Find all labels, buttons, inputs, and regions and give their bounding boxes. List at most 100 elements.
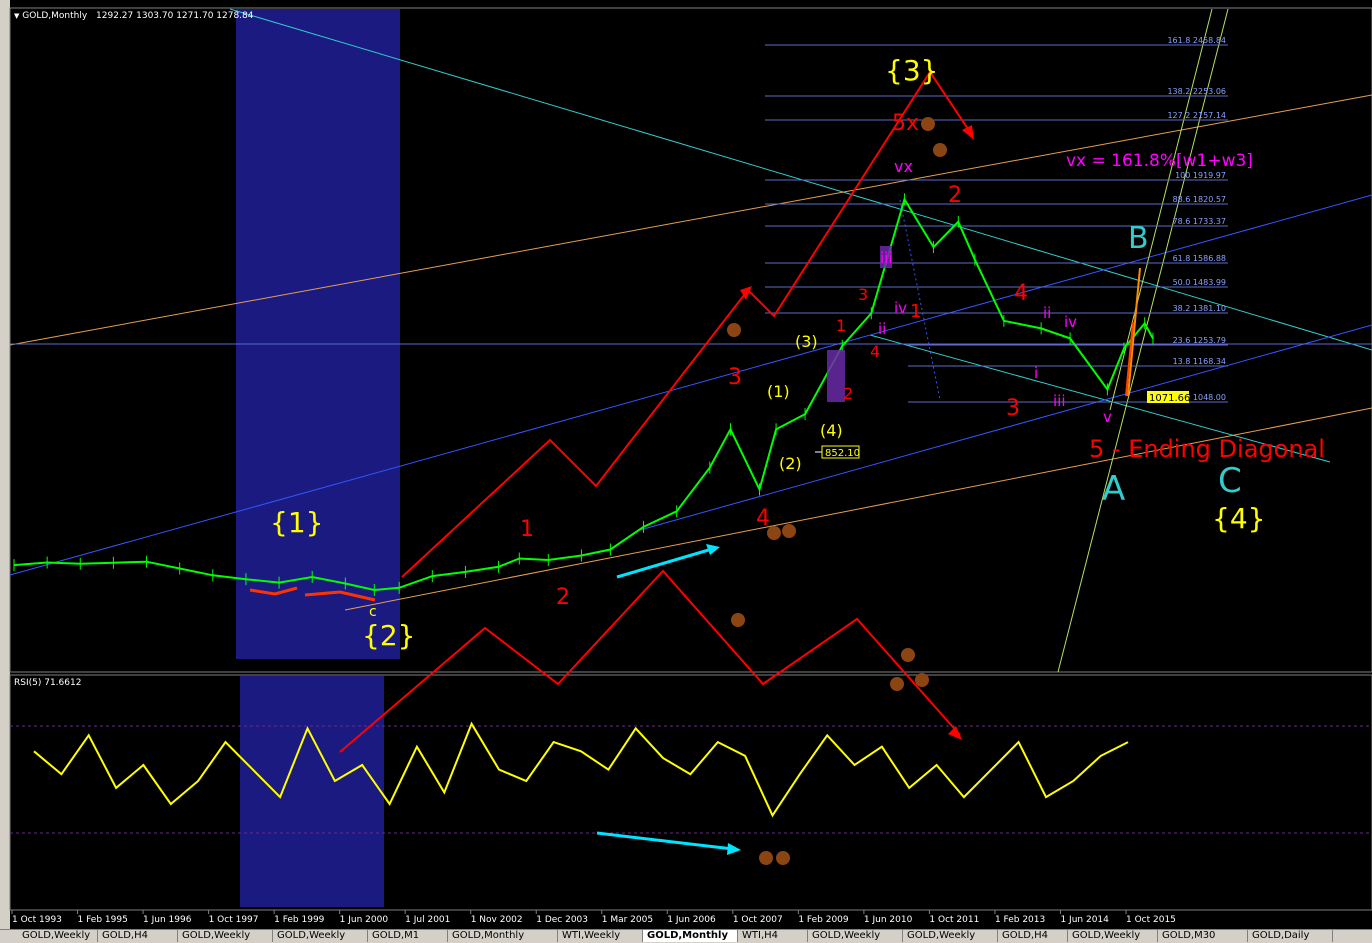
- chart-canvas[interactable]: 161.8 2458.84 138.2 2253.06 127.2 2157.14 1…: [0, 0, 1372, 929]
- x-tick-label: 1 Jun 2006: [667, 915, 716, 925]
- fib-note: vx = 161.8%[w1+w3]: [1066, 151, 1253, 171]
- x-tick-label: 1 Oct 2011: [929, 915, 979, 925]
- tab-wti-weekly[interactable]: WTI,Weekly: [558, 930, 643, 942]
- brown-dot: [731, 613, 745, 627]
- fib-level-label: 13.8 1168.34: [1173, 357, 1226, 366]
- rsi-line: [33, 721, 1129, 818]
- fib-level-label: 100 1919.97: [1175, 171, 1226, 180]
- x-tick-label: 1 Jun 2010: [864, 915, 913, 925]
- wave-label-2-primary: {2}: [362, 619, 415, 652]
- wave-label-B: B: [1128, 221, 1149, 256]
- price-tag-label: 1071.66: [1149, 393, 1190, 404]
- channel-blue-lower: [639, 324, 1372, 531]
- wave-label-(1): (1): [767, 382, 790, 401]
- tab-gold-monthly[interactable]: GOLD,Monthly: [643, 930, 738, 942]
- x-tick-label: 1 Jul 2001: [405, 915, 450, 925]
- highlight-band-rsi: [240, 676, 384, 907]
- brown-dot: [759, 851, 773, 865]
- wave-label-2-top: 2: [948, 183, 962, 208]
- chart-header: ▼ GOLD,Monthly 1292.27 1303.70 1271.70 1…: [14, 11, 254, 21]
- channel-orange-upper: [9, 94, 1372, 346]
- tab-gold-h4[interactable]: GOLD,H4: [998, 930, 1068, 942]
- fib-level-label: 138.2 2253.06: [1167, 87, 1226, 96]
- wave-label-4-primary: {4}: [1212, 502, 1265, 535]
- wave-label-1-red: 1: [520, 517, 534, 542]
- wave-label-A: A: [1102, 469, 1125, 509]
- cyan-arrow-rsi: [596, 831, 734, 851]
- brown-dot: [890, 677, 904, 691]
- x-tick-label: 1 Jun 2000: [340, 915, 389, 925]
- tab-gold-m1[interactable]: GOLD,M1: [368, 930, 448, 942]
- price-tag-label: 852.10: [825, 448, 860, 459]
- brown-dot: [901, 648, 915, 662]
- wave-label-1-primary: {1}: [270, 506, 323, 539]
- fib-level-label: 50.0 1483.99: [1173, 278, 1226, 287]
- wave-label-2-red: 2: [556, 585, 570, 610]
- ohlc-values: 1292.27 1303.70 1271.70 1278.84: [96, 11, 254, 21]
- x-tick-label: 1 Feb 2009: [798, 915, 849, 925]
- tab-gold-h4[interactable]: GOLD,H4: [98, 930, 178, 942]
- wave-label-c-small: c: [369, 604, 377, 620]
- fib-level-label: 78.6 1733.37: [1173, 217, 1226, 226]
- x-tick-label: 1 Dec 2003: [536, 915, 588, 925]
- wave-label-4-top: 4: [1014, 281, 1028, 306]
- x-tick-label: 1 Oct 2007: [733, 915, 783, 925]
- menu-triangle-icon[interactable]: ▼: [14, 12, 19, 20]
- wave-label-4-sub: 4: [870, 342, 880, 361]
- wave-label-3-lower: 3: [1006, 396, 1020, 421]
- wave-label-vx: vx: [894, 157, 913, 176]
- wave-label-ii: ii: [1043, 304, 1051, 322]
- tab-gold-m30[interactable]: GOLD,M30: [1158, 930, 1248, 942]
- wave-label-1-sub: 1: [836, 316, 846, 335]
- x-tick-label: 1 Feb 1999: [274, 915, 325, 925]
- tab-gold-weekly[interactable]: GOLD,Weekly: [1068, 930, 1158, 942]
- cyan-arrowhead-rsi: [727, 843, 741, 855]
- fan-line-2: [1109, 8, 1213, 411]
- red-zigzag-main: [401, 70, 973, 578]
- tab-gold-weekly[interactable]: GOLD,Weekly: [273, 930, 368, 942]
- price-line: [13, 196, 1154, 592]
- tab-gold-weekly[interactable]: GOLD,Weekly: [903, 930, 998, 942]
- tab-gold-weekly[interactable]: GOLD,Weekly: [18, 930, 98, 942]
- tab-wti-h4[interactable]: WTI,H4: [738, 930, 808, 942]
- fib-level-label: 61.8 1586.88: [1173, 254, 1226, 263]
- fib-level-label: 23.6 1253.79: [1173, 336, 1226, 345]
- trend-channels: [9, 8, 1372, 855]
- main-panel-border: [9, 7, 1372, 673]
- wave-label-v: v: [1103, 408, 1112, 426]
- x-tick-label: 1 Mar 2005: [602, 915, 653, 925]
- brown-dot: [782, 524, 796, 538]
- x-tick-label: 1 Feb 1995: [78, 915, 128, 925]
- wave-label-(2): (2): [779, 454, 802, 473]
- cyan-arrowhead-main: [706, 544, 720, 555]
- rsi-panel-border: [9, 674, 1372, 911]
- wave-label-iv: iv: [1064, 313, 1077, 331]
- fib-level-label: 38.2 1381.10: [1173, 304, 1226, 313]
- rsi-label: RSI(5) 71.6612: [14, 678, 82, 688]
- highlight-band-main: [236, 9, 400, 659]
- x-tick-label: 1 Oct 2015: [1126, 915, 1176, 925]
- tab-gold-monthly[interactable]: GOLD,Monthly: [448, 930, 558, 942]
- wave-label-iii: iii: [1053, 392, 1066, 410]
- brown-dot: [915, 673, 929, 687]
- wave-label-3-red: 3: [728, 365, 742, 390]
- x-tick-label: 1 Nov 2002: [471, 915, 523, 925]
- brown-dot: [727, 323, 741, 337]
- tab-gold-weekly[interactable]: GOLD,Weekly: [178, 930, 273, 942]
- fib-level-label: 127.2 2157.14: [1167, 111, 1226, 120]
- wave-label-iii-top: iii: [880, 249, 893, 267]
- tab-gold-daily[interactable]: GOLD,Daily: [1248, 930, 1333, 942]
- x-tick-label: 1 Jun 1996: [143, 915, 192, 925]
- chart-tabs-bar: GOLD,Weekly GOLD,H4 GOLD,Weekly GOLD,Weekly…: [0, 929, 1372, 943]
- brown-dot: [933, 143, 947, 157]
- wave-label-ii-top: ii: [878, 320, 886, 338]
- x-tick-label: 1 Jun 2014: [1060, 915, 1109, 925]
- ending-diagonal-label: 5 - Ending Diagonal: [1089, 435, 1325, 463]
- rsi-series: [33, 721, 1129, 818]
- wave-label-3-sub: 3: [858, 285, 868, 304]
- wave-label-3-primary: {3}: [885, 54, 938, 87]
- tab-gold-weekly[interactable]: GOLD,Weekly: [808, 930, 903, 942]
- red-arrowhead-top: [962, 125, 974, 140]
- x-axis: 1 Oct 1993 1 Feb 1995 1 Jun 1996 1 Oct 1997…: [11, 910, 1176, 925]
- wave-label-i: i: [1034, 364, 1038, 382]
